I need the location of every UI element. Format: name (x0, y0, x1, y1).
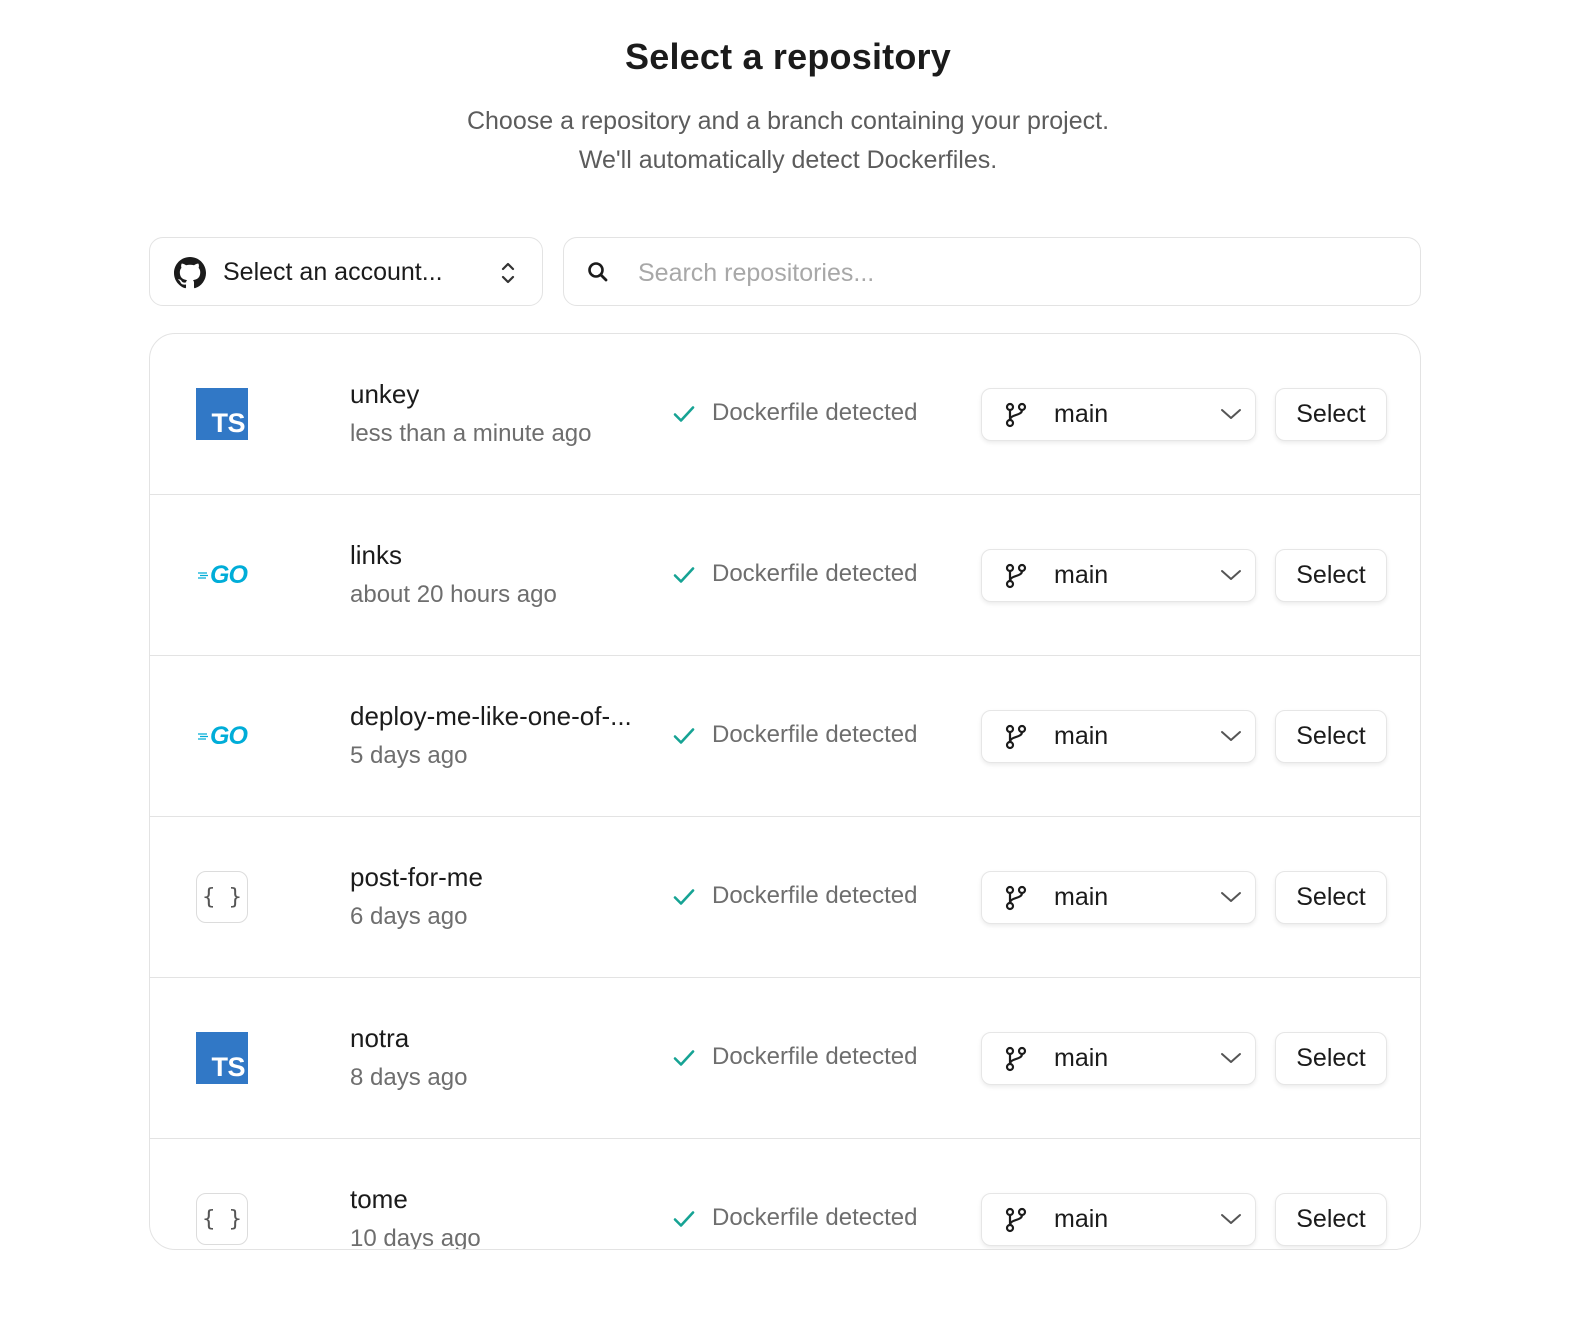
page-subtitle-line-1: Choose a repository and a branch contain… (466, 107, 1110, 135)
chevron-down-icon (1221, 1214, 1241, 1224)
repository-name: tome (350, 1184, 408, 1214)
dockerfile-status: Dockerfile detected (712, 399, 918, 426)
account-select-label: Select an account... (223, 258, 443, 286)
git-branch-icon (1005, 885, 1027, 911)
page-title: Select a repository (625, 36, 951, 77)
select-repository-button[interactable]: Select (1275, 1193, 1387, 1246)
search-box[interactable] (563, 237, 1421, 306)
check-icon (673, 728, 695, 744)
git-branch-icon (1005, 563, 1027, 589)
repository-row: GO deploy-me-like-one-of-... 5 days ago … (150, 656, 1420, 817)
branch-name: main (1054, 722, 1109, 750)
branch-name: main (1054, 400, 1109, 428)
search-icon (588, 262, 608, 282)
repository-name: deploy-me-like-one-of-... (350, 701, 632, 731)
go-icon: GO (196, 710, 248, 762)
typescript-icon-label: TS (211, 408, 245, 438)
repository-row: { } post-for-me 6 days ago Dockerfile de… (150, 817, 1420, 978)
check-icon (673, 406, 695, 422)
go-icon-label: GO (210, 560, 248, 589)
chevron-down-icon (1221, 892, 1241, 902)
dockerfile-status: Dockerfile detected (712, 560, 918, 587)
branch-select[interactable]: main (981, 1032, 1256, 1085)
check-icon (673, 1050, 695, 1066)
go-icon: GO (196, 549, 248, 601)
repository-row: TS unkey less than a minute ago Dockerfi… (150, 334, 1420, 495)
dockerfile-status: Dockerfile detected (712, 1204, 918, 1231)
chevron-down-icon (1221, 1053, 1241, 1063)
repository-name: links (350, 540, 403, 570)
repository-name: unkey (350, 379, 420, 409)
page-subtitle-line-2: We'll automatically detect Dockerfiles. (578, 146, 998, 174)
chevron-down-icon (1221, 731, 1241, 741)
search-input[interactable] (636, 252, 1380, 294)
repository-name: post-for-me (350, 862, 483, 892)
branch-name: main (1054, 883, 1109, 911)
go-speed-lines-icon (198, 572, 209, 579)
dockerfile-status: Dockerfile detected (712, 882, 918, 909)
git-branch-icon (1005, 402, 1027, 428)
branch-select[interactable]: main (981, 871, 1256, 924)
select-repository-button[interactable]: Select (1275, 549, 1387, 602)
repository-updated-time: about 20 hours ago (350, 581, 557, 608)
chevron-down-icon (1221, 570, 1241, 580)
branch-name: main (1054, 561, 1109, 589)
code-braces-icon: { } (196, 871, 248, 923)
code-braces-icon: { } (196, 1193, 248, 1245)
repository-updated-time: 10 days ago (350, 1225, 481, 1250)
git-branch-icon (1005, 1207, 1027, 1233)
repository-updated-time: 5 days ago (350, 742, 468, 769)
branch-name: main (1054, 1044, 1109, 1072)
go-icon-label: GO (210, 721, 248, 750)
select-repository-button[interactable]: Select (1275, 1032, 1387, 1085)
check-icon (673, 567, 695, 583)
dockerfile-status: Dockerfile detected (712, 1043, 918, 1070)
branch-select[interactable]: main (981, 549, 1256, 602)
select-repository-button[interactable]: Select (1275, 388, 1387, 441)
repository-updated-time: 8 days ago (350, 1064, 468, 1091)
account-select[interactable]: Select an account... (149, 237, 543, 306)
chevron-down-icon (1221, 409, 1241, 419)
dockerfile-status: Dockerfile detected (712, 721, 918, 748)
check-icon (673, 1211, 695, 1227)
chevron-up-down-icon (501, 262, 515, 284)
branch-select[interactable]: main (981, 1193, 1256, 1246)
typescript-icon: TS (196, 1032, 248, 1084)
check-icon (673, 889, 695, 905)
repository-updated-time: 6 days ago (350, 903, 468, 930)
github-icon (174, 257, 206, 289)
typescript-icon-label: TS (211, 1052, 245, 1082)
git-branch-icon (1005, 724, 1027, 750)
repository-row: TS notra 8 days ago Dockerfile detected … (150, 978, 1420, 1139)
repository-name: notra (350, 1023, 410, 1053)
typescript-icon: TS (196, 388, 248, 440)
repository-list: TS unkey less than a minute ago Dockerfi… (149, 333, 1421, 1250)
repository-updated-time: less than a minute ago (350, 420, 592, 447)
branch-name: main (1054, 1205, 1109, 1233)
branch-select[interactable]: main (981, 388, 1256, 441)
repository-row: { } tome 10 days ago Dockerfile detected… (150, 1139, 1420, 1250)
select-repository-button[interactable]: Select (1275, 871, 1387, 924)
git-branch-icon (1005, 1046, 1027, 1072)
select-repository-button[interactable]: Select (1275, 710, 1387, 763)
go-speed-lines-icon (198, 733, 209, 740)
branch-select[interactable]: main (981, 710, 1256, 763)
repository-row: GO links about 20 hours ago Dockerfile d… (150, 495, 1420, 656)
